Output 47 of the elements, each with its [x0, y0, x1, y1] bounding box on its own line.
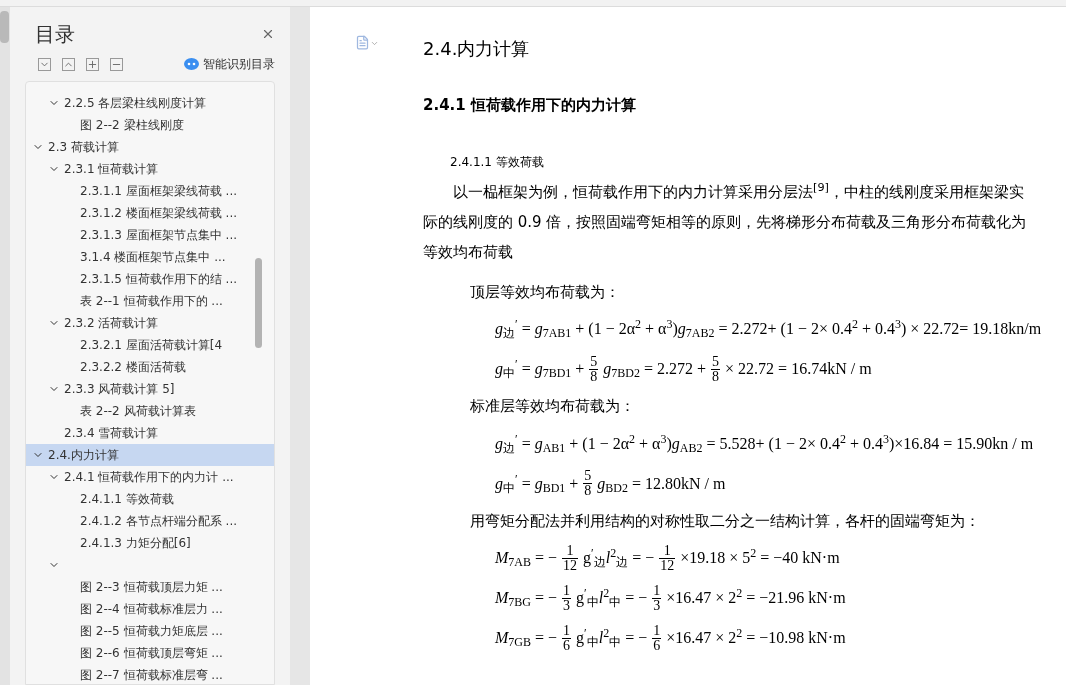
section-heading: 2.4.1.1 等效荷载	[450, 153, 545, 171]
toc-item[interactable]: 2.3.4 雪荷载计算	[26, 422, 274, 444]
toc-item[interactable]: 2.3.1.1 屋面框架梁线荷载 ...	[26, 180, 274, 202]
scrollbar-thumb[interactable]	[255, 258, 262, 348]
smart-toc-button[interactable]: 智能识别目录	[184, 55, 275, 73]
close-icon[interactable]	[261, 27, 275, 41]
heading: 2.4.内力计算	[423, 37, 531, 61]
toc-item[interactable]: 图 2--7 恒荷载标准层弯 ...	[26, 664, 274, 684]
toc-item[interactable]: 2.3.1 恒荷载计算	[26, 158, 274, 180]
toc-item[interactable]: 图 2--4 恒荷载标准层力 ...	[26, 598, 274, 620]
toc-item[interactable]: 图 2--5 恒荷载力矩底层 ...	[26, 620, 274, 642]
toc-item[interactable]: 2.3.2 活荷载计算	[26, 312, 274, 334]
toc-item[interactable]: 2.4.内力计算	[26, 444, 274, 466]
subheading: 2.4.1 恒荷载作用下的内力计算	[423, 95, 637, 116]
toc-item[interactable]: 2.3 荷载计算	[26, 136, 274, 158]
toc-item[interactable]: 2.3.1.2 楼面框架梁线荷载 ...	[26, 202, 274, 224]
toc-item[interactable]: 2.4.1.1 等效荷载	[26, 488, 274, 510]
cloud-eye-icon	[184, 58, 199, 70]
toc-item[interactable]: 2.4.1 恒荷载作用下的内力计 ...	[26, 466, 274, 488]
formula: g$_{边}$$^{′}$ = g$_{7AB1}$ + (1 − 2α$^{2}$ + α$^{3}$)g$_{7AB2}$ = 2.272+ (1 − 2× 0.4$^{2}$ + 0.4$^{3}$) × 22.72= 19.18kn/m	[494, 316, 1043, 342]
toc-item[interactable]: 2.3.2.1 屋面活荷载计算[4	[26, 334, 274, 356]
expand-all-icon[interactable]	[38, 57, 51, 71]
paragraph: 顶层等效均布荷载为：	[470, 281, 621, 303]
toc-item[interactable]: 2.4.1.3 力矩分配[6]	[26, 532, 274, 554]
caret-icon[interactable]	[370, 39, 379, 48]
paragraph: 用弯矩分配法并利用结构的对称性取二分之一结构计算，各杆的固端弯矩为：	[470, 510, 981, 532]
toc-item[interactable]: 2.3.1.5 恒荷载作用下的结 ...	[26, 268, 274, 290]
panel-title: 目录	[35, 21, 75, 48]
scrollbar-thumb[interactable]	[0, 11, 9, 43]
formula: g$_{边}$$^{′}$ = g$_{AB1}$ + (1 − 2α$^{2}$ + α$^{3}$)g$_{AB2}$ = 5.528+ (1 − 2× 0.4$^{2}$ + 0.4$^{3}$)×16.84 = 15.90kn / m	[494, 430, 1035, 457]
toc-item[interactable]: 图 2--6 恒荷载顶层弯矩 ...	[26, 642, 274, 664]
toc-item[interactable]: 图 2--3 恒荷载顶层力矩 ...	[26, 576, 274, 598]
paragraph: 标准层等效均布荷载为：	[470, 396, 636, 417]
collapse-all-icon[interactable]	[62, 57, 75, 71]
toc-item[interactable]: 2.3.2.2 楼面活荷载	[26, 356, 274, 378]
toc-item[interactable]: 2.2.5 各层梁柱线刚度计算	[26, 92, 274, 114]
plus-icon[interactable]	[86, 57, 99, 71]
toc-item[interactable]: 图 2--2 梁柱线刚度	[26, 114, 274, 136]
minus-icon[interactable]	[110, 57, 123, 71]
toc-item[interactable]: 表 2--1 恒荷载作用下的 ...	[26, 290, 274, 312]
paragraph: 以一榀框架为例，恒荷载作用下的内力计算采用分层法$^{[9]}$，中柱的线刚度采用框架梁实际的线刚度的 0.9 倍，按照固端弯矩相等的原则，先将梯形分布荷载及三角形分布荷载化为等效均布荷载	[423, 179, 1028, 263]
toc-item[interactable]: 2.3.3 风荷载计算 5]	[26, 378, 274, 400]
toc-item[interactable]: 表 2--2 风荷载计算表	[26, 400, 274, 422]
toc-item[interactable]: 2.3.1.3 屋面框架节点集中 ...	[26, 224, 274, 246]
toc-item[interactable]: 3.1.4 楼面框架节点集中 ...	[26, 246, 274, 268]
document-icon[interactable]	[355, 35, 370, 50]
toc-item[interactable]: 2.4.1.2 各节点杆端分配系 ...	[26, 510, 274, 532]
